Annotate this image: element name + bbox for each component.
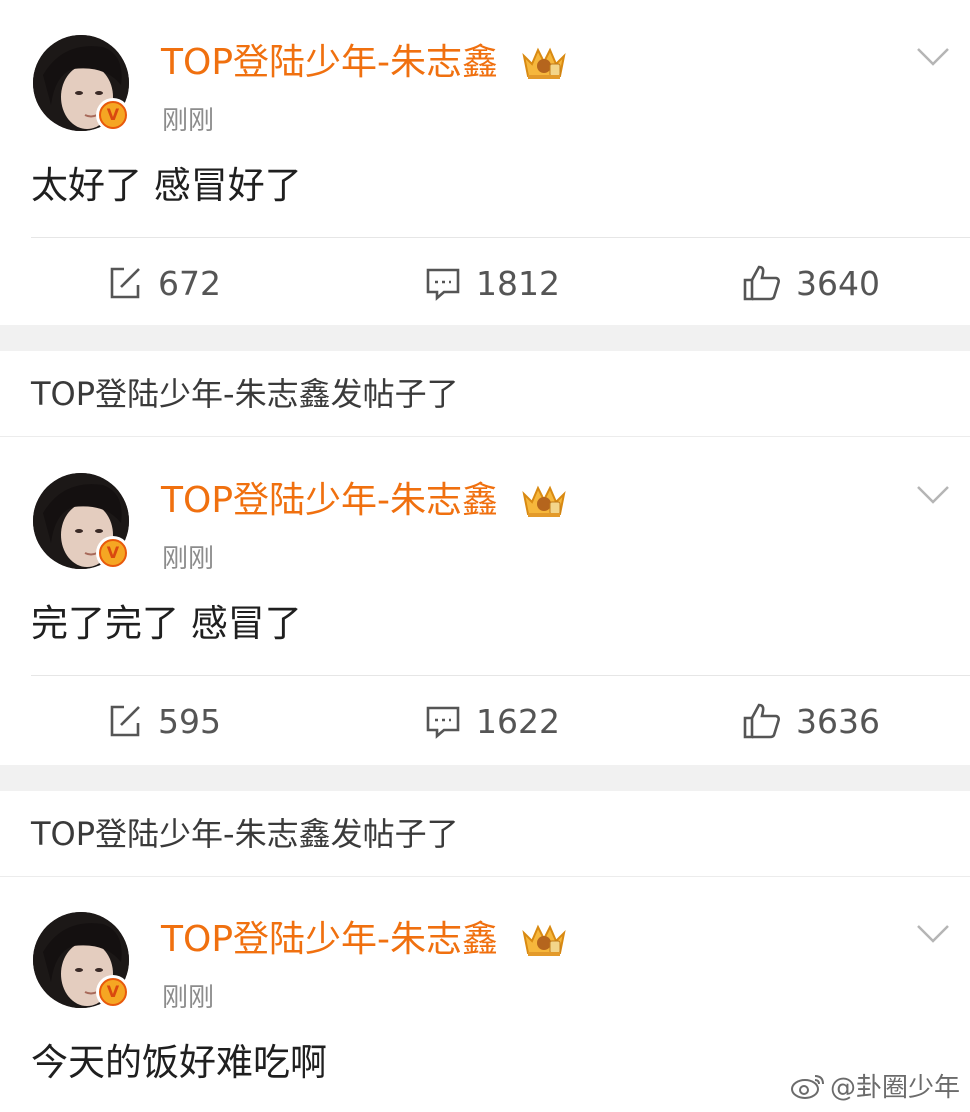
username[interactable]: TOP登陆少年-朱志鑫 [161,38,498,88]
post-content: 太好了 感冒好了 [31,164,302,207]
verified-badge: V [96,98,130,132]
action-bar: 672 1812 3640 [0,255,970,311]
comment-button[interactable]: 1812 [424,255,560,311]
notice-bar[interactable]: TOP登陆少年-朱志鑫发帖子了 [0,791,970,877]
chevron-down-icon[interactable] [916,923,950,945]
verified-badge: V [96,536,130,570]
post-time: 刚刚 [162,106,215,136]
share-count: 672 [158,263,221,303]
notice-text: TOP登陆少年-朱志鑫发帖子了 [31,815,459,853]
share-icon [110,705,140,737]
crown-badge-icon[interactable] [520,480,568,520]
crown-badge-icon[interactable] [520,42,568,82]
thumbs-up-icon [743,265,780,301]
verified-badge: V [96,975,130,1009]
comment-count: 1812 [476,263,560,303]
post-content: 完了完了 感冒了 [31,602,302,645]
section-separator [0,325,970,351]
like-count: 3636 [796,701,880,741]
verified-badge-label: V [99,539,127,567]
thumbs-up-icon [743,703,780,739]
watermark-text: @卦圈少年 [829,1073,960,1103]
post-time: 刚刚 [162,983,215,1013]
post-card: V TOP登陆少年-朱志鑫 刚刚 太好了 感冒好了 672 1812 3640 [0,0,970,325]
divider [31,675,970,676]
username[interactable]: TOP登陆少年-朱志鑫 [161,476,498,526]
comment-button[interactable]: 1622 [424,693,560,749]
post-content: 今天的饭好难吃啊 [31,1041,327,1084]
post-card: V TOP登陆少年-朱志鑫 刚刚 完了完了 感冒了 595 1622 3636 [0,438,970,765]
watermark: @卦圈少年 [790,1067,960,1104]
section-separator [0,765,970,791]
like-button[interactable]: 3640 [742,255,880,311]
action-bar: 595 1622 3636 [0,693,970,749]
crown-badge-icon[interactable] [520,919,568,959]
username[interactable]: TOP登陆少年-朱志鑫 [161,915,498,965]
post-time: 刚刚 [162,544,215,574]
share-icon [110,267,140,299]
chevron-down-icon[interactable] [916,484,950,506]
like-button[interactable]: 3636 [742,693,880,749]
notice-text: TOP登陆少年-朱志鑫发帖子了 [31,375,459,413]
notice-bar[interactable]: TOP登陆少年-朱志鑫发帖子了 [0,351,970,437]
share-button[interactable]: 672 [106,255,221,311]
divider [31,237,970,238]
weibo-logo-icon [790,1074,824,1099]
share-button[interactable]: 595 [106,693,221,749]
like-count: 3640 [796,263,880,303]
chevron-down-icon[interactable] [916,46,950,68]
share-count: 595 [158,701,221,741]
comment-icon [426,706,460,739]
comment-icon [426,268,460,301]
verified-badge-label: V [99,101,127,129]
comment-count: 1622 [476,701,560,741]
verified-badge-label: V [99,978,127,1006]
